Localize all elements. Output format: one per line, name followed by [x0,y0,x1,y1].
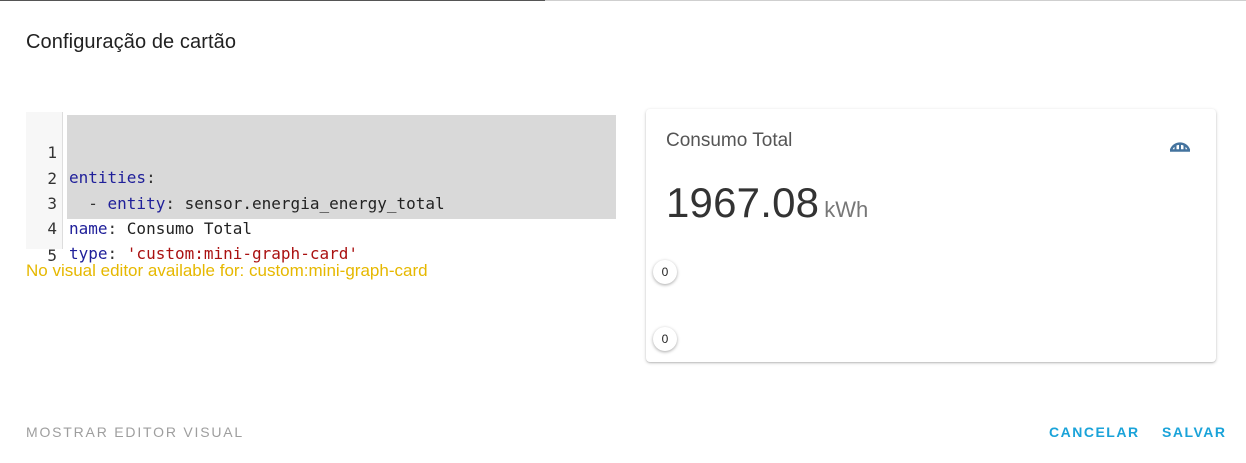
top-border-dark [0,0,545,1]
card-preview[interactable]: Consumo Total 1967.08 kWh 0 0 [646,109,1216,362]
show-visual-editor-button[interactable]: MOSTRAR EDITOR VISUAL [26,424,244,440]
yaml-code-editor[interactable]: 1 entities: 2 - entity: sensor.energia_e… [26,112,616,265]
graph-point-label[interactable]: 0 [653,260,677,284]
gauge-icon [1167,132,1193,156]
save-button[interactable]: SALVAR [1162,424,1226,440]
card-state: 1967.08 kWh [666,179,868,227]
graph-point-label[interactable]: 0 [653,327,677,351]
code-line[interactable]: 3 name: Consumo Total [26,166,616,238]
card-title: Consumo Total [666,130,793,151]
state-unit: kWh [824,197,869,222]
cancel-button[interactable]: CANCELAR [1049,424,1140,440]
code-line[interactable]: 4 type: 'custom:mini-graph-card' [26,191,616,263]
dialog-title: Configuração de cartão [26,31,237,53]
code-line[interactable]: 1 entities: [26,115,616,187]
code-line[interactable]: 2 - entity: sensor.energia_energy_total [26,141,616,213]
code-line[interactable]: 5 [26,218,616,265]
no-visual-editor-warning: No visual editor available for: custom:m… [26,261,428,280]
state-value: 1967.08 [666,179,820,226]
